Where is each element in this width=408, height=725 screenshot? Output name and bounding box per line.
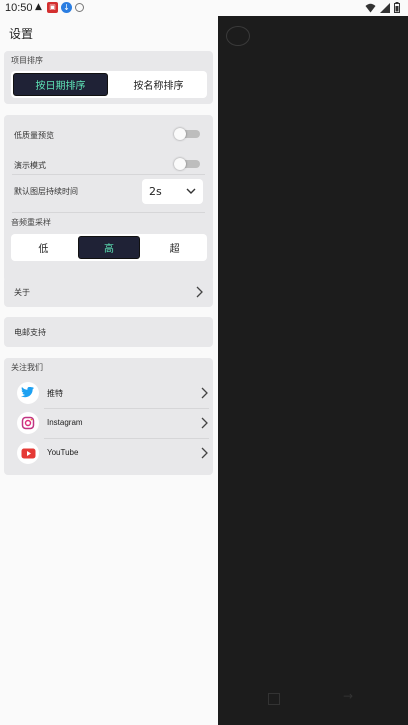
settings-card: 低质量预览 演示模式 默认图层持续时间 2s 音频重采样 低 高 超 xyxy=(4,115,213,282)
status-time: 10:50 xyxy=(5,2,33,14)
battery-icon xyxy=(394,2,400,13)
layer-duration-value: 2s xyxy=(149,185,162,198)
email-support-row[interactable]: 电邮支持 xyxy=(4,317,213,347)
twitter-label: 推特 xyxy=(47,389,63,398)
sort-section-label: 项目排序 xyxy=(11,56,43,65)
chevron-right-icon xyxy=(201,387,208,399)
background-shape xyxy=(226,26,250,46)
sort-card: 项目排序 按日期排序 按名称排序 xyxy=(4,51,213,104)
follow-us-label: 关注我们 xyxy=(11,363,43,372)
chevron-right-icon xyxy=(201,417,208,429)
twitter-row[interactable]: 推特 xyxy=(4,378,213,408)
notification-icons: ▲ ▣ ↓ xyxy=(33,2,84,13)
chevron-right-icon xyxy=(196,286,203,298)
demo-mode-toggle[interactable] xyxy=(174,158,200,170)
instagram-icon xyxy=(17,412,39,434)
low-quality-preview-row[interactable]: 低质量预览 xyxy=(4,119,213,149)
audio-resample-label: 音频重采样 xyxy=(11,218,51,227)
background-arrow-icon: → xyxy=(343,689,354,703)
settings-drawer: 设置 项目排序 按日期排序 按名称排序 低质量预览 演示模式 默认图层持续时间 … xyxy=(0,16,218,725)
chevron-right-icon xyxy=(201,447,208,459)
sort-segmented-control: 按日期排序 按名称排序 xyxy=(11,71,207,98)
youtube-icon xyxy=(17,442,39,464)
wifi-icon xyxy=(365,3,376,12)
twitter-icon xyxy=(17,382,39,404)
sort-by-date-option[interactable]: 按日期排序 xyxy=(13,73,108,96)
about-label: 关于 xyxy=(14,288,30,297)
email-support-label: 电邮支持 xyxy=(14,328,46,337)
content-pane[interactable]: → xyxy=(218,16,408,725)
background-nav-icon xyxy=(268,693,280,705)
sort-by-name-option[interactable]: 按名称排序 xyxy=(112,73,205,96)
layer-duration-dropdown[interactable]: 2s xyxy=(142,179,203,204)
resample-low-option[interactable]: 低 xyxy=(13,236,74,259)
resample-high-option[interactable]: 高 xyxy=(77,236,141,259)
audio-resample-segmented-control: 低 高 超 xyxy=(11,234,207,261)
layer-duration-row: 默认图层持续时间 2s xyxy=(4,176,213,206)
layer-duration-label: 默认图层持续时间 xyxy=(14,187,78,196)
about-row[interactable]: 关于 xyxy=(4,277,213,307)
divider xyxy=(12,174,205,175)
demo-mode-label: 演示模式 xyxy=(14,161,46,170)
instagram-label: Instagram xyxy=(47,418,83,427)
low-quality-preview-label: 低质量预览 xyxy=(14,131,54,140)
system-icons xyxy=(365,2,400,13)
sync-icon xyxy=(75,3,84,12)
chevron-down-icon xyxy=(186,188,196,194)
resample-ultra-option[interactable]: 超 xyxy=(144,236,205,259)
status-bar: 10:50 ▲ ▣ ↓ xyxy=(0,0,408,16)
follow-us-card: 关注我们 推特 Instagram YouTube xyxy=(4,358,213,475)
app-notification-icon: ▣ xyxy=(47,2,58,13)
warning-icon: ▲ xyxy=(35,2,42,12)
youtube-row[interactable]: YouTube xyxy=(4,438,213,468)
download-icon: ↓ xyxy=(61,2,72,13)
low-quality-preview-toggle[interactable] xyxy=(174,128,200,140)
divider xyxy=(12,212,205,213)
instagram-row[interactable]: Instagram xyxy=(4,408,213,438)
demo-mode-row[interactable]: 演示模式 xyxy=(4,146,213,176)
drawer-title: 设置 xyxy=(9,27,34,41)
signal-icon xyxy=(380,2,390,13)
youtube-label: YouTube xyxy=(47,448,79,457)
